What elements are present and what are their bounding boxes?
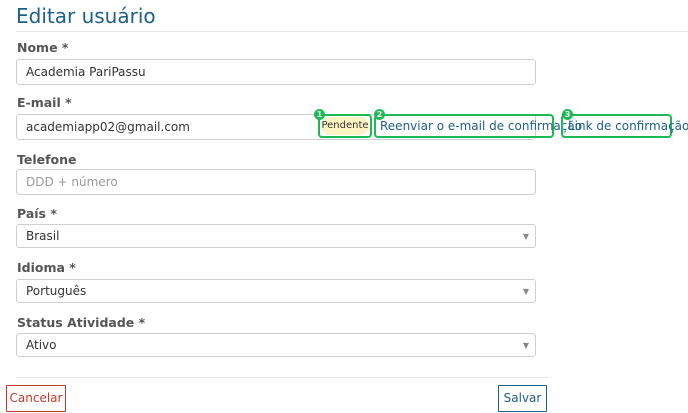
name-label: Nome * [17,40,69,55]
chevron-down-icon: ▼ [522,232,529,241]
resend-confirmation-link[interactable]: Reenviar o e-mail de confirmação [380,119,582,133]
activity-status-selected-value: Ativo [26,338,57,352]
phone-label: Telefone [17,152,77,167]
chevron-down-icon: ▼ [522,341,529,350]
activity-status-select[interactable]: Ativo ▼ [16,333,536,357]
language-selected-value: Português [26,284,87,298]
confirmation-link[interactable]: Link de confirmação [568,119,688,133]
status-badge: Pendente [321,117,369,135]
country-selected-value: Brasil [26,229,60,243]
chevron-down-icon: ▼ [522,287,529,296]
cancel-button[interactable]: Cancelar [6,385,66,412]
phone-field[interactable] [16,169,536,195]
country-select[interactable]: Brasil ▼ [16,224,536,248]
name-field[interactable] [16,59,536,85]
language-select[interactable]: Português ▼ [16,279,536,303]
page-title: Editar usuário [16,4,156,28]
activity-status-label: Status Atividade * [17,315,146,330]
language-label: Idioma * [17,260,76,275]
save-button[interactable]: Salvar [498,385,547,412]
email-label: E-mail * [17,95,72,110]
country-label: País * [17,206,57,221]
footer-divider [16,377,548,378]
title-divider [16,31,688,32]
